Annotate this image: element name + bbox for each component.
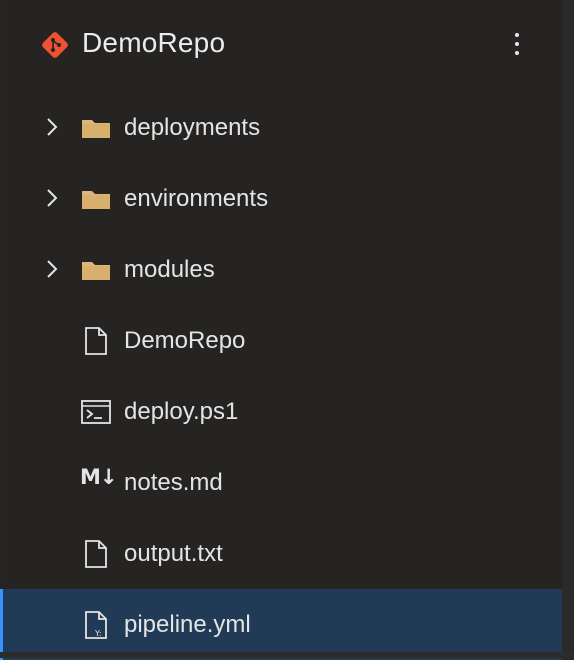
tree-item-label: deploy.ps1 — [124, 398, 239, 425]
file-icon — [85, 540, 107, 568]
explorer-frame: DemoRepo deployments environments module… — [0, 0, 574, 660]
tree-item-notes-md[interactable]: M↓ notes.md — [2, 447, 562, 518]
powershell-icon — [81, 400, 111, 424]
tree-item-label: modules — [124, 256, 215, 283]
tree-item-deploy-ps1[interactable]: deploy.ps1 — [2, 376, 562, 447]
tree-item-label: pipeline.yml — [124, 611, 251, 638]
markdown-icon: M↓ — [80, 465, 117, 489]
git-diamond-icon — [42, 32, 68, 58]
chevron-right-icon[interactable] — [42, 187, 62, 209]
tree-item-output-txt[interactable]: output.txt — [2, 518, 562, 589]
more-icon-dot — [515, 42, 519, 46]
repo-title: DemoRepo — [82, 27, 226, 58]
panel-bottom-border — [0, 652, 574, 658]
chevron-right-icon[interactable] — [42, 116, 62, 138]
chevron-right-icon[interactable] — [42, 258, 62, 280]
folder-icon — [82, 120, 110, 138]
file-icon — [85, 327, 107, 355]
svg-text:Y:: Y: — [94, 629, 102, 638]
tree-item-label: output.txt — [124, 540, 223, 567]
folder-icon — [82, 262, 110, 280]
scrollbar-track[interactable] — [562, 0, 574, 658]
more-actions-button[interactable] — [502, 24, 532, 64]
yaml-file-icon: Y: — [85, 611, 107, 639]
tree-item-deployments[interactable]: deployments — [2, 92, 562, 163]
folder-icon — [82, 191, 110, 209]
file-tree: deployments environments modules DemoRep… — [0, 92, 562, 660]
tree-item-demorepo[interactable]: DemoRepo — [2, 305, 562, 376]
more-icon-dot — [515, 33, 519, 37]
repo-header: DemoRepo — [2, 0, 562, 92]
tree-item-label: deployments — [124, 114, 261, 141]
more-icon-dot — [515, 51, 519, 55]
tree-item-environments[interactable]: environments — [2, 163, 562, 234]
tree-item-pipeline-yml[interactable]: Y: pipeline.yml — [0, 589, 562, 660]
explorer-panel: DemoRepo deployments environments module… — [0, 0, 562, 660]
tree-item-label: DemoRepo — [124, 327, 246, 354]
tree-item-label: environments — [124, 185, 269, 212]
tree-item-label: notes.md — [124, 469, 223, 496]
tree-item-modules[interactable]: modules — [2, 234, 562, 305]
